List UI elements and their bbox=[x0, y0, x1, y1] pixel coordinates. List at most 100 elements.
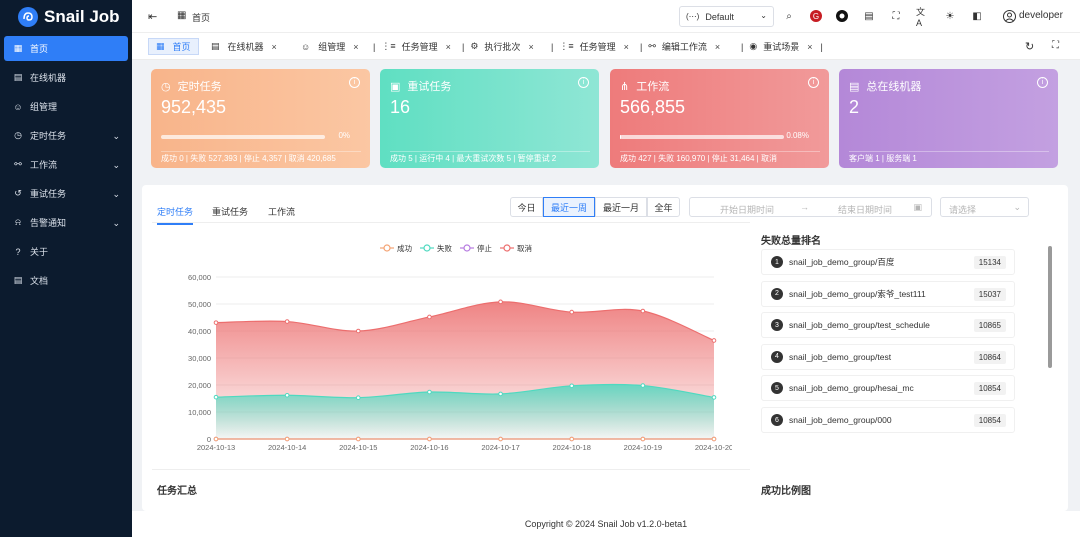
gitee-icon[interactable]: G bbox=[809, 9, 823, 23]
arrow-right-icon: → bbox=[800, 202, 809, 212]
tab-retry-scene[interactable]: | ◉ 重试场景 × | bbox=[741, 38, 823, 55]
rank-count: 15037 bbox=[973, 287, 1006, 301]
rank-row[interactable]: 1 snail_job_demo_group/百度 15134 bbox=[761, 249, 1015, 275]
tab-online-machines[interactable]: ▤ 在线机器 × bbox=[211, 38, 277, 55]
tab-execution-batch[interactable]: | ⚙ 执行批次 × bbox=[462, 38, 534, 55]
range-week-button[interactable]: 最近一周 bbox=[543, 197, 595, 217]
fullscreen-icon[interactable]: ⛶ bbox=[889, 9, 903, 23]
scene-icon: ◉ bbox=[749, 41, 758, 51]
info-icon[interactable]: i bbox=[349, 77, 360, 88]
rank-row[interactable]: 4 snail_job_demo_group/test 10864 bbox=[761, 343, 1015, 370]
copyright: Copyright © 2024 Snail Job v1.2.0-beta1 bbox=[524, 519, 688, 529]
sidebar-item-1[interactable]: ▤ 在线机器 bbox=[4, 65, 128, 90]
card-footer: 成功 5 | 运行中 4 | 最大重试次数 5 | 暂停重试 2 bbox=[390, 151, 590, 164]
tab-edit-workflow[interactable]: | ⚯ 编辑工作流 × bbox=[640, 38, 720, 55]
sidebar-item-3[interactable]: ◷ 定时任务 ⌄ bbox=[4, 123, 128, 148]
tab-home[interactable]: ▦ 首页 bbox=[148, 38, 199, 55]
tab-group-management[interactable]: ☺ 组管理 × bbox=[301, 38, 358, 55]
search-icon[interactable]: ⌕ bbox=[782, 9, 796, 23]
close-icon[interactable]: × bbox=[807, 42, 812, 52]
chevron-down-icon: ⌄ bbox=[112, 218, 120, 228]
language-icon[interactable]: 文A bbox=[916, 7, 930, 28]
card-workflow[interactable]: ⋔ 工作流 i 566,855 0.08% 成功 427 | 失败 160,970… bbox=[610, 69, 829, 168]
workflow-icon: ⋔ bbox=[620, 80, 630, 93]
namespace-value: Default bbox=[705, 11, 734, 22]
sidebar-item-4[interactable]: ⚯ 工作流 ⌄ bbox=[4, 152, 128, 177]
app-logo[interactable]: Snail Job bbox=[0, 0, 132, 34]
retry-icon: ↺ bbox=[14, 188, 22, 198]
collapse-sidebar-icon[interactable]: ⇤ bbox=[148, 10, 157, 23]
sidebar-item-2[interactable]: ☺ 组管理 bbox=[4, 94, 128, 119]
task-list-icon: ⋮≡ bbox=[381, 41, 396, 51]
user-avatar-icon[interactable] bbox=[1002, 9, 1016, 23]
close-icon[interactable]: × bbox=[446, 42, 451, 52]
rank-scrollbar[interactable] bbox=[1048, 246, 1052, 368]
namespace-select[interactable]: (⋯) Default ⌄ bbox=[679, 6, 774, 27]
document-link-icon[interactable]: ▤ bbox=[862, 9, 876, 23]
rank-row[interactable]: 2 snail_job_demo_group/索爷_test111 15037 bbox=[761, 280, 1015, 307]
end-date-input[interactable]: 结束日期时间 bbox=[838, 203, 892, 216]
range-year-button[interactable]: 全年 bbox=[647, 197, 680, 217]
close-icon[interactable]: × bbox=[353, 42, 358, 52]
sidebar-item-7[interactable]: ? 关于 bbox=[4, 239, 128, 264]
rank-row[interactable]: 5 snail_job_demo_group/hesai_mc 10854 bbox=[761, 375, 1015, 402]
task-list-icon: ⋮≡ bbox=[559, 41, 574, 51]
tab-task-management[interactable]: | ⋮≡ 任务管理 × bbox=[373, 38, 451, 55]
close-icon[interactable]: × bbox=[624, 42, 629, 52]
username[interactable]: developer bbox=[1019, 10, 1063, 21]
close-icon[interactable]: × bbox=[715, 42, 720, 52]
card-online-machines[interactable]: ▤ 总在线机器 i 2 客户端 1 | 服务端 1 bbox=[839, 69, 1058, 168]
theme-sun-icon[interactable]: ☀ bbox=[943, 9, 957, 23]
card-retry-tasks[interactable]: ▣ 重试任务 i 16 成功 5 | 运行中 4 | 最大重试次数 5 | 暂停重… bbox=[380, 69, 599, 168]
sidebar-item-0[interactable]: ▦ 首页 bbox=[4, 36, 128, 61]
sidebar-item-6[interactable]: ⍾ 告警通知 ⌄ bbox=[4, 210, 128, 235]
close-icon[interactable]: × bbox=[528, 42, 533, 52]
data-point bbox=[355, 395, 361, 400]
list-icon: ▤ bbox=[13, 72, 23, 82]
rank-row[interactable]: 6 snail_job_demo_group/000 10854 bbox=[761, 407, 1015, 433]
group-select[interactable]: 请选择 ⌄ bbox=[940, 197, 1029, 217]
info-icon[interactable]: i bbox=[808, 77, 819, 88]
github-icon[interactable] bbox=[835, 9, 849, 23]
data-point bbox=[498, 299, 503, 305]
divider: | bbox=[640, 41, 643, 52]
sidebar-item-label: 告警通知 bbox=[30, 218, 67, 228]
rank-name: snail_job_demo_group/test_schedule bbox=[789, 320, 930, 331]
svg-text:G: G bbox=[813, 12, 819, 21]
legend-label: 停止 bbox=[477, 243, 492, 253]
card-value: 952,435 bbox=[161, 97, 227, 117]
tab-task-management-2[interactable]: | ⋮≡ 任务管理 × bbox=[551, 38, 629, 55]
card-scheduled-tasks[interactable]: ◷ 定时任务 i 952,435 0% 成功 0 | 失败 527,393 | 停… bbox=[151, 69, 370, 168]
sidebar-item-label: 在线机器 bbox=[30, 73, 67, 83]
refresh-icon[interactable]: ↻ bbox=[1025, 40, 1034, 53]
sidebar: Snail Job ▦ 首页 ▤ 在线机器 ☺ 组管理 ◷ 定时任务 ⌄ ⚯ 工作流 ⌄ ↺ 重试任务 ⌄ ⍾… bbox=[0, 0, 132, 537]
data-point bbox=[711, 436, 717, 442]
divider: | bbox=[373, 41, 376, 52]
breadcrumb[interactable]: 首页 bbox=[192, 11, 210, 24]
sidebar-item-5[interactable]: ↺ 重试任务 ⌄ bbox=[4, 181, 128, 206]
date-range-picker[interactable]: 开始日期时间 → 结束日期时间 ▣ bbox=[689, 197, 932, 217]
start-date-input[interactable]: 开始日期时间 bbox=[720, 203, 774, 216]
rank-title: 失败总量排名 bbox=[761, 236, 821, 247]
panel-tab-retry[interactable]: 重试任务 bbox=[212, 205, 248, 218]
summary-title: 任务汇总 bbox=[157, 486, 197, 497]
card-value: 566,855 bbox=[620, 97, 686, 117]
sidebar-item-label: 定时任务 bbox=[30, 131, 67, 141]
data-point bbox=[284, 392, 290, 398]
card-footer: 客户端 1 | 服务端 1 bbox=[849, 151, 1049, 164]
card-footer: 成功 0 | 失败 527,393 | 停止 4,357 | 取消 420,68… bbox=[161, 151, 361, 164]
rank-row[interactable]: 3 snail_job_demo_group/test_schedule 10865 bbox=[761, 312, 1015, 339]
theme-config-icon[interactable]: ◧ bbox=[970, 9, 984, 23]
sidebar-item-8[interactable]: ▤ 文档 bbox=[4, 268, 128, 293]
panel-tab-workflow[interactable]: 工作流 bbox=[268, 205, 295, 218]
range-month-button[interactable]: 最近一月 bbox=[595, 197, 647, 217]
info-icon[interactable]: i bbox=[1037, 77, 1048, 88]
progress-bar bbox=[620, 135, 784, 139]
list-icon: ▤ bbox=[211, 41, 220, 51]
maximize-icon[interactable]: ⛶ bbox=[1052, 40, 1059, 51]
close-icon[interactable]: × bbox=[272, 42, 277, 52]
info-icon[interactable]: i bbox=[578, 77, 589, 88]
x-tick-label: 2024-10-16 bbox=[410, 443, 448, 452]
range-today-button[interactable]: 今日 bbox=[510, 197, 543, 217]
group-icon: ☺ bbox=[301, 41, 311, 52]
